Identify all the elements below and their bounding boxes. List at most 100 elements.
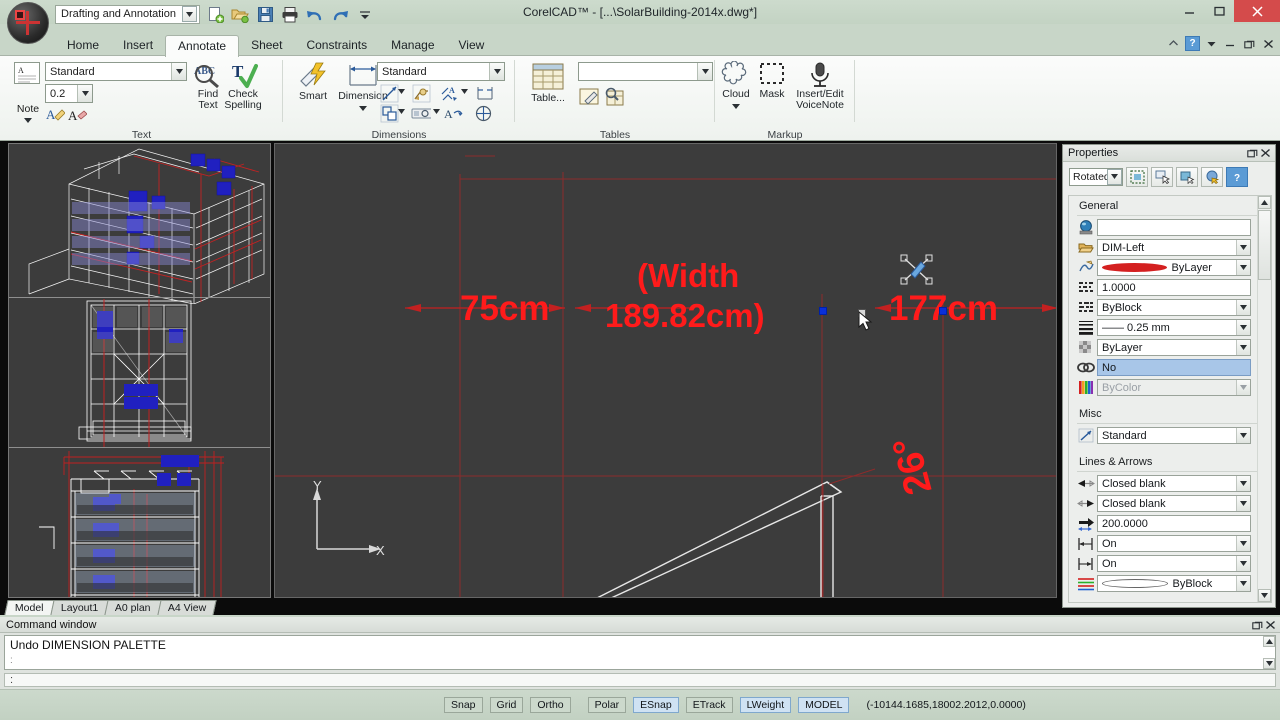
close-icon[interactable] [1259, 147, 1272, 160]
voicenote-button[interactable]: Insert/Edit VoiceNote [787, 61, 853, 111]
pick-add-icon[interactable] [1151, 166, 1173, 187]
print-icon[interactable] [280, 5, 300, 24]
command-history[interactable]: Undo DIMENSION PALETTE : [4, 635, 1276, 670]
property-row[interactable]: ByLayer [1069, 338, 1271, 357]
grip-point[interactable] [939, 307, 947, 315]
layout-tab-a4-view[interactable]: A4 View [157, 600, 217, 615]
ext-line-2-field[interactable]: On [1097, 555, 1251, 572]
properties-scrollbar[interactable] [1257, 196, 1271, 602]
status-button-esnap[interactable]: ESnap [633, 697, 679, 713]
dim-line-color-field[interactable]: ByBlock [1097, 575, 1251, 592]
linetype-dropdown-icon[interactable] [1236, 260, 1250, 275]
property-row[interactable]: 200.0000 [1069, 514, 1271, 533]
linear-dimension-icon[interactable] [379, 83, 399, 103]
scroll-down-icon[interactable] [1258, 589, 1271, 602]
chevron-down-icon[interactable] [1204, 36, 1219, 51]
property-row[interactable]: On [1069, 534, 1271, 553]
dimension-style-field[interactable]: Standard [1097, 427, 1251, 444]
doc-minimize-icon[interactable] [1223, 36, 1238, 51]
material-dropdown-icon[interactable] [1236, 380, 1250, 395]
leader-dimension-icon[interactable] [411, 83, 431, 103]
command-scrollbar[interactable] [1263, 636, 1275, 669]
redo-icon[interactable] [330, 5, 350, 24]
property-row[interactable]: ByColor [1069, 378, 1271, 397]
property-row[interactable]: DIM-Left [1069, 238, 1271, 257]
dim-line-color-dropdown-icon[interactable] [1236, 576, 1250, 591]
undock-icon[interactable] [1251, 618, 1264, 631]
dim-text-width-line1[interactable]: (Width [637, 257, 739, 295]
workspace-selector[interactable]: Drafting and Annotation [55, 4, 200, 24]
status-button-etrack[interactable]: ETrack [685, 697, 733, 713]
save-icon[interactable] [255, 5, 275, 24]
edit-table-icon[interactable] [578, 86, 600, 108]
property-row[interactable]: No [1069, 358, 1271, 377]
maximize-icon[interactable] [1204, 0, 1234, 22]
linear-dim-dropdown-icon[interactable] [398, 89, 405, 96]
grip-point[interactable] [819, 307, 827, 315]
command-input[interactable]: : [4, 673, 1276, 687]
arrow-start-dropdown-icon[interactable] [1236, 476, 1250, 491]
table-style-combo[interactable] [578, 62, 713, 81]
cloud-dropdown-icon[interactable] [732, 100, 740, 112]
select-similar-icon[interactable] [1176, 166, 1198, 187]
collapse-ribbon-icon[interactable] [1166, 36, 1181, 51]
property-row[interactable]: Closed blank [1069, 494, 1271, 513]
layout-tab-a0-plan[interactable]: A0 plan [104, 600, 162, 615]
properties-scroll-area[interactable]: General DIM-Left ByLayer 1.0000 ByBlock … [1068, 195, 1272, 603]
note-dropdown-icon[interactable] [11, 114, 45, 126]
inspect-dropdown-icon[interactable] [433, 109, 440, 116]
lineweight-field[interactable]: —— 0.25 mm [1097, 319, 1251, 336]
lineweight-dots-field[interactable]: ByBlock [1097, 299, 1251, 316]
doc-close-icon[interactable] [1261, 36, 1276, 51]
baseline-dimension-icon[interactable] [379, 103, 399, 123]
ext-line-2-dropdown-icon[interactable] [1236, 556, 1250, 571]
scroll-up-icon[interactable] [1263, 636, 1275, 647]
text-size-dropdown-icon[interactable] [77, 85, 92, 102]
scroll-up-icon[interactable] [1258, 196, 1271, 209]
lineweight-dots-dropdown-icon[interactable] [1236, 300, 1250, 315]
table-style-dropdown-icon[interactable] [697, 63, 712, 80]
layout-tab-layout1[interactable]: Layout1 [50, 600, 109, 615]
baseline-dropdown-icon[interactable] [398, 109, 405, 116]
layout-tab-model[interactable]: Model [4, 600, 55, 615]
tab-manage[interactable]: Manage [379, 35, 446, 56]
dimension-dropdown-icon[interactable] [359, 102, 367, 114]
dimension-break-icon[interactable] [475, 83, 495, 103]
transparency-field[interactable]: ByLayer [1097, 339, 1251, 356]
scroll-down-icon[interactable] [1263, 658, 1275, 669]
tab-home[interactable]: Home [55, 35, 111, 56]
arrow-end-dropdown-icon[interactable] [1236, 496, 1250, 511]
tab-insert[interactable]: Insert [111, 35, 165, 56]
dim-text-width-line2[interactable]: 189.82cm) [605, 297, 765, 335]
undock-icon[interactable] [1246, 147, 1259, 160]
tolerance-dropdown-icon[interactable] [461, 89, 468, 96]
property-row[interactable]: ByLayer [1069, 258, 1271, 277]
text-size-combo[interactable]: 0.2 [45, 84, 93, 103]
viewport-panel-left[interactable] [8, 143, 271, 598]
check-spelling-button[interactable]: T Check Spelling [215, 61, 271, 111]
rotate-dimension-gizmo-icon[interactable] [900, 254, 934, 286]
open-icon[interactable] [230, 5, 250, 24]
property-row[interactable]: 1.0000 [1069, 278, 1271, 297]
arrow-size-field[interactable]: 200.0000 [1097, 515, 1251, 532]
new-icon[interactable] [205, 5, 225, 24]
scrollbar-thumb[interactable] [1258, 210, 1271, 280]
property-row[interactable]: ByBlock [1069, 574, 1271, 593]
status-button-ortho[interactable]: Ortho [530, 697, 571, 713]
tab-annotate[interactable]: Annotate [165, 35, 240, 57]
status-button-polar[interactable]: Polar [587, 697, 627, 713]
tab-view[interactable]: View [447, 35, 497, 56]
dim-text-75cm[interactable]: 75cm [460, 289, 550, 329]
customize-icon[interactable] [355, 5, 375, 24]
property-row[interactable] [1069, 218, 1271, 237]
linetype-scale-field[interactable]: 1.0000 [1097, 279, 1251, 296]
property-row[interactable]: ByBlock [1069, 298, 1271, 317]
table-search-icon[interactable] [603, 86, 625, 108]
ext-line-1-dropdown-icon[interactable] [1236, 536, 1250, 551]
dimension-style-dropdown-icon[interactable] [1236, 428, 1250, 443]
lineweight-dropdown-icon[interactable] [1236, 320, 1250, 335]
status-button-grid[interactable]: Grid [489, 697, 524, 713]
minimize-icon[interactable] [1174, 0, 1204, 22]
oblique-dimension-icon[interactable]: A [443, 103, 463, 123]
transparency-dropdown-icon[interactable] [1236, 340, 1250, 355]
